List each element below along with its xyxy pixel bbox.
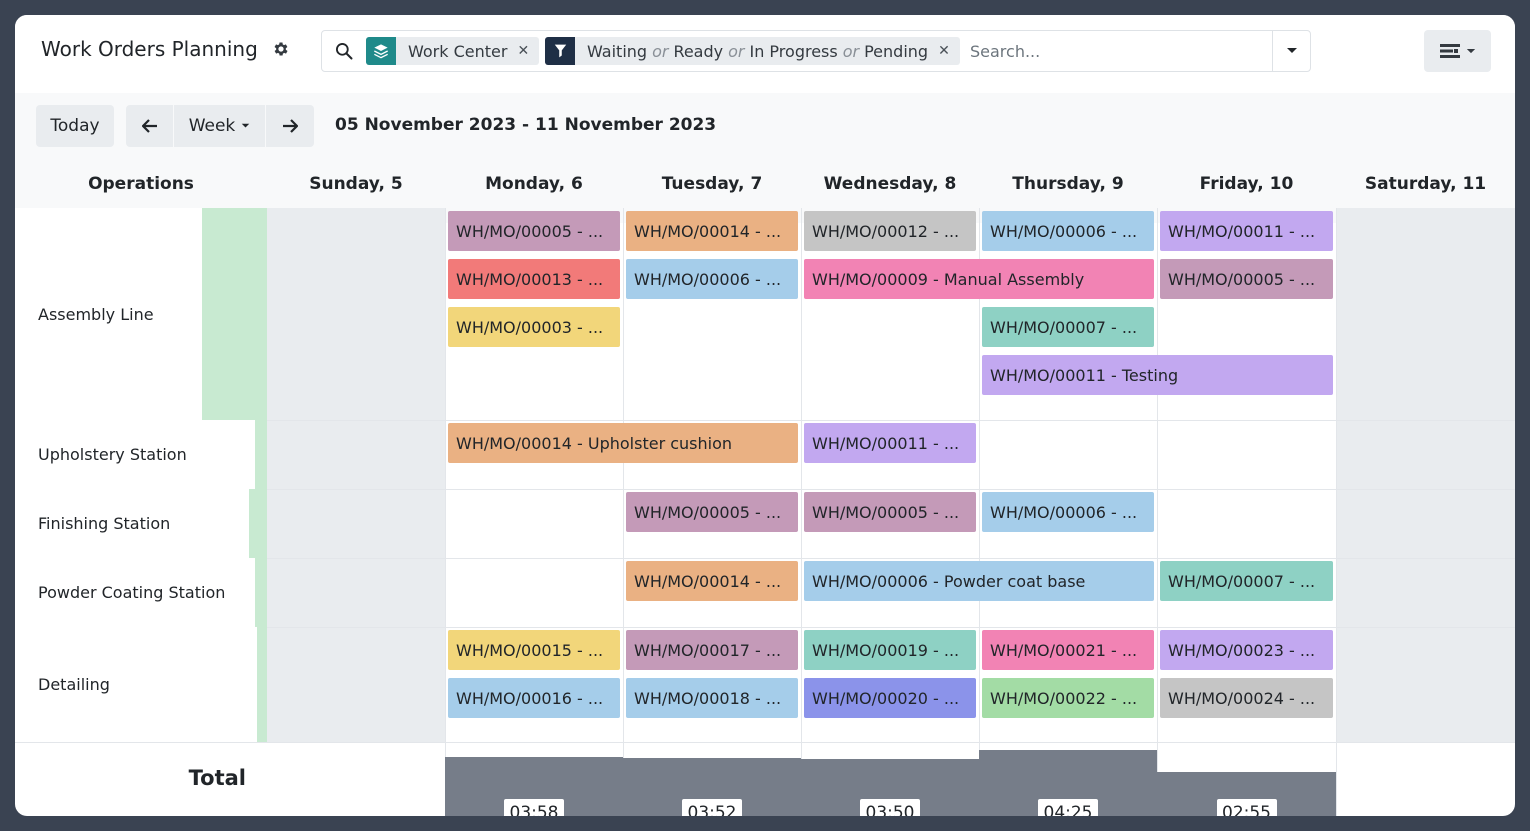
arrow-right-icon: [283, 119, 298, 133]
day-divider: [1336, 208, 1337, 816]
row-divider: [15, 742, 1515, 743]
work-order-pill[interactable]: WH/MO/00006 - ...: [626, 259, 798, 299]
day-header: Thursday, 9: [1012, 174, 1124, 194]
work-order-pill[interactable]: WH/MO/00014 - Upholster cushion: [448, 423, 798, 463]
search-icon: [336, 43, 353, 60]
work-order-pill[interactable]: WH/MO/00011 - ...: [1160, 211, 1333, 251]
day-header: Saturday, 11: [1364, 174, 1487, 194]
remove-facet-icon[interactable]: ✕: [938, 37, 960, 65]
layers-icon: [366, 37, 396, 65]
total-value: 03:52: [682, 799, 742, 816]
operations-header: Operations: [88, 174, 194, 194]
control-panel: Work Orders Planning Work Center ✕ Waiti…: [15, 15, 1515, 93]
work-order-pill[interactable]: WH/MO/00018 - ...: [626, 678, 798, 718]
work-order-pill[interactable]: WH/MO/00020 - ...: [804, 678, 976, 718]
groupby-facet-label: Work Center: [408, 41, 508, 61]
weekend-column-sunday: [267, 208, 445, 742]
work-order-pill[interactable]: WH/MO/00013 - ...: [448, 259, 620, 299]
row-header[interactable]: Assembly Line: [15, 208, 202, 420]
work-order-pill[interactable]: WH/MO/00014 - ...: [626, 561, 798, 601]
work-order-pill[interactable]: WH/MO/00024 - ...: [1160, 678, 1333, 718]
groupby-facet[interactable]: Work Center ✕: [366, 37, 540, 65]
day-divider: [623, 208, 624, 816]
work-order-pill[interactable]: WH/MO/00015 - ...: [448, 630, 620, 670]
scale-dropdown[interactable]: Week: [174, 105, 266, 147]
work-order-pill[interactable]: WH/MO/00017 - ...: [626, 630, 798, 670]
previous-button[interactable]: [126, 105, 174, 147]
work-order-pill[interactable]: WH/MO/00003 - ...: [448, 307, 620, 347]
work-order-pill[interactable]: WH/MO/00021 - ...: [982, 630, 1154, 670]
app-window: Work Orders Planning Work Center ✕ Waiti…: [15, 15, 1515, 816]
filter-facet-values: Waiting or Ready or In Progress or Pendi…: [575, 37, 938, 65]
total-label: Total: [188, 766, 246, 790]
total-value: 03:50: [860, 799, 920, 816]
list-settings-icon: [1439, 44, 1460, 58]
work-order-pill[interactable]: WH/MO/00007 - ...: [1160, 561, 1333, 601]
work-order-pill[interactable]: WH/MO/00005 - ...: [1160, 259, 1333, 299]
day-header: Sunday, 5: [309, 174, 403, 194]
work-order-pill[interactable]: WH/MO/00005 - ...: [626, 492, 798, 532]
day-divider: [445, 208, 446, 816]
work-order-pill[interactable]: WH/MO/00009 - Manual Assembly: [804, 259, 1154, 299]
filter-or: or: [728, 41, 745, 61]
total-value: 04:25: [1038, 799, 1098, 816]
day-divider: [1157, 208, 1158, 816]
filter-value: In Progress: [749, 41, 838, 61]
filter-or: or: [652, 41, 669, 61]
next-button[interactable]: [266, 105, 314, 147]
page-title: Work Orders Planning: [41, 37, 258, 61]
work-order-pill[interactable]: WH/MO/00011 - Testing: [982, 355, 1333, 395]
remove-facet-icon[interactable]: ✕: [517, 37, 539, 65]
weekend-column-saturday: [1336, 208, 1515, 742]
scale-label: Week: [188, 116, 236, 136]
filter-value: Ready: [673, 41, 724, 61]
row-header[interactable]: Finishing Station: [15, 489, 249, 558]
today-button[interactable]: Today: [36, 105, 114, 147]
filter-facet[interactable]: Waiting or Ready or In Progress or Pendi…: [545, 37, 961, 65]
work-order-pill[interactable]: WH/MO/00011 - ...: [804, 423, 976, 463]
filter-icon: [545, 37, 575, 65]
work-order-pill[interactable]: WH/MO/00012 - ...: [804, 211, 976, 251]
row-header[interactable]: Powder Coating Station: [15, 558, 255, 627]
caret-down-icon: [1466, 48, 1475, 53]
work-order-pill[interactable]: WH/MO/00023 - ...: [1160, 630, 1333, 670]
day-header: Monday, 6: [485, 174, 583, 194]
caret-down-icon: [1287, 48, 1297, 53]
filter-value: Waiting: [587, 41, 648, 61]
filter-value: Pending: [864, 41, 929, 61]
day-header: Wednesday, 8: [823, 174, 957, 194]
filter-or: or: [842, 41, 860, 61]
work-order-pill[interactable]: WH/MO/00007 - ...: [982, 307, 1154, 347]
caret-down-icon: [242, 123, 250, 128]
scale-button-group: Week: [126, 105, 314, 147]
work-order-pill[interactable]: WH/MO/00014 - ...: [626, 211, 798, 251]
gantt-grid: Assembly Line Upholstery Station Finishing…: [15, 208, 1515, 816]
day-divider: [801, 208, 802, 816]
total-value: 03:58: [504, 799, 564, 816]
work-order-pill[interactable]: WH/MO/00006 - Powder coat base: [804, 561, 1154, 601]
day-header: Friday, 10: [1199, 174, 1294, 194]
arrow-left-icon: [141, 119, 157, 133]
work-order-pill[interactable]: WH/MO/00016 - ...: [448, 678, 620, 718]
row-header[interactable]: Detailing: [15, 627, 257, 742]
row-header[interactable]: Upholstery Station: [15, 420, 255, 489]
work-order-pill[interactable]: WH/MO/00006 - ...: [982, 211, 1154, 251]
day-divider: [979, 208, 980, 816]
work-order-pill[interactable]: WH/MO/00022 - ...: [982, 678, 1154, 718]
date-range: 05 November 2023 - 11 November 2023: [335, 115, 717, 135]
work-order-pill[interactable]: WH/MO/00005 - ...: [448, 211, 620, 251]
gear-icon[interactable]: [272, 40, 290, 58]
work-order-pill[interactable]: WH/MO/00005 - ...: [804, 492, 976, 532]
search-bar[interactable]: Work Center ✕ Waiting or Ready or In Pro…: [321, 30, 1311, 72]
work-order-pill[interactable]: WH/MO/00006 - ...: [982, 492, 1154, 532]
view-options-button[interactable]: [1424, 30, 1491, 72]
work-order-pill[interactable]: WH/MO/00019 - ...: [804, 630, 976, 670]
day-header: Tuesday, 7: [661, 174, 763, 194]
search-input[interactable]: [970, 39, 1270, 63]
search-options-toggle[interactable]: [1273, 31, 1311, 71]
total-value: 02:55: [1216, 799, 1277, 816]
